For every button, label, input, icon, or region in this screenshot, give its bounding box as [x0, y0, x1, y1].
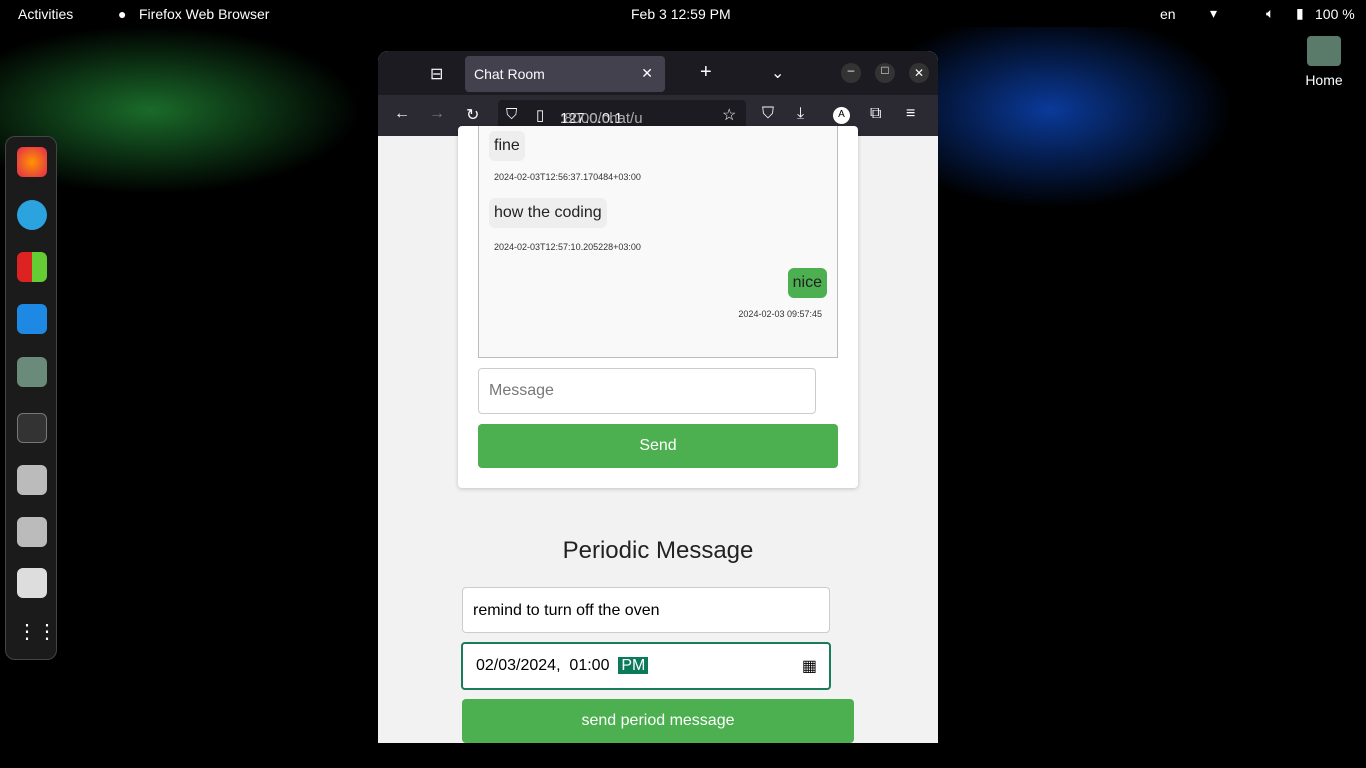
url-path: :8000/chat/u — [560, 110, 643, 127]
periodic-title: Periodic Message — [562, 537, 754, 564]
disk-icon[interactable] — [17, 517, 47, 547]
ampm-value[interactable]: PM — [618, 657, 649, 674]
firefox-icon[interactable] — [17, 147, 47, 177]
message-timestamp: 2024-02-03 09:57:45 — [738, 309, 822, 319]
message-list: fine 2024-02-03T12:56:37.170484+03:00 ho… — [478, 126, 838, 358]
pocket-icon[interactable]: ⛉ — [762, 105, 774, 123]
message-timestamp: 2024-02-03T12:56:37.170484+03:00 — [494, 172, 641, 182]
tab-title: Chat Room — [474, 66, 545, 82]
disk-icon[interactable] — [17, 465, 47, 495]
firefox-icon: ● — [118, 5, 127, 22]
battery-icon[interactable]: ▮ — [1296, 5, 1304, 22]
volume-icon[interactable]: 🔈︎ — [1266, 5, 1274, 22]
top-bar: Activities ● Firefox Web Browser Feb 3 1… — [0, 0, 1366, 27]
app-grid-colors-icon[interactable] — [17, 252, 47, 282]
maximize-icon[interactable]: □ — [875, 63, 895, 83]
home-folder-icon — [1307, 36, 1341, 66]
terminal-icon[interactable] — [17, 413, 47, 443]
activities-button[interactable]: Activities — [18, 6, 73, 22]
extensions-icon[interactable]: ⧉ — [870, 105, 881, 123]
account-icon[interactable]: A — [833, 107, 850, 124]
download-icon[interactable]: ⤓ — [797, 105, 804, 123]
tab-overview-icon[interactable]: ⊟ — [430, 64, 443, 84]
reload-icon[interactable]: ↻ — [466, 105, 479, 125]
firefox-window: ⊟ Chat Room ✕ + ⌄ – □ ✕ ← → ↻ ⛉ ▯ 127.0.0.1… — [378, 51, 938, 743]
back-icon[interactable]: ← — [394, 105, 410, 123]
show-apps-icon[interactable]: ⋮⋮ — [17, 619, 57, 649]
calendar-icon[interactable]: ▦ — [802, 656, 817, 676]
page-icon: ▯ — [536, 107, 545, 124]
telegram-icon[interactable] — [17, 200, 47, 230]
new-tab-icon[interactable]: + — [700, 61, 712, 84]
forward-icon[interactable]: → — [429, 105, 445, 123]
tab-chat-room[interactable]: Chat Room ✕ — [465, 56, 665, 92]
message-timestamp: 2024-02-03T12:57:10.205228+03:00 — [494, 242, 641, 252]
message-bubble: how the coding — [489, 198, 607, 228]
date-value[interactable]: 02/03/2024, — [476, 657, 561, 674]
language-indicator[interactable]: en — [1160, 6, 1176, 22]
menu-icon[interactable]: ≡ — [906, 105, 915, 123]
close-window-icon[interactable]: ✕ — [909, 63, 929, 83]
home-label: Home — [1305, 72, 1343, 88]
files-icon[interactable] — [17, 357, 47, 387]
clock[interactable]: Feb 3 12:59 PM — [631, 6, 731, 22]
dock: ⋮⋮ — [5, 136, 57, 660]
chevron-down-icon[interactable]: ⌄ — [771, 63, 784, 83]
periodic-message-input[interactable]: remind to turn off the oven — [462, 587, 830, 633]
desktop-home[interactable]: Home — [1300, 36, 1348, 88]
message-bubble-own: nice — [787, 268, 827, 298]
message-input[interactable]: Message — [478, 368, 816, 414]
battery-level: 100 % — [1315, 5, 1355, 22]
chat-card: fine 2024-02-03T12:56:37.170484+03:00 ho… — [458, 126, 858, 488]
minimize-icon[interactable]: – — [841, 63, 861, 83]
time-value[interactable]: 01:00 — [569, 657, 609, 674]
message-bubble: fine — [489, 131, 525, 161]
trash-icon[interactable] — [17, 568, 47, 598]
close-tab-icon[interactable]: ✕ — [641, 65, 653, 82]
shield-icon[interactable]: ⛉ — [506, 106, 517, 123]
datetime-input[interactable]: 02/03/2024, 01:00 PM ▦ — [461, 642, 831, 690]
vscode-icon[interactable] — [17, 304, 47, 334]
wifi-icon[interactable]: ▾ — [1210, 5, 1217, 22]
send-button[interactable]: Send — [478, 424, 838, 468]
app-menu[interactable]: Firefox Web Browser — [139, 6, 269, 22]
bookmark-star-icon[interactable]: ☆ — [722, 105, 736, 125]
send-period-message-button[interactable]: send period message — [462, 699, 854, 743]
